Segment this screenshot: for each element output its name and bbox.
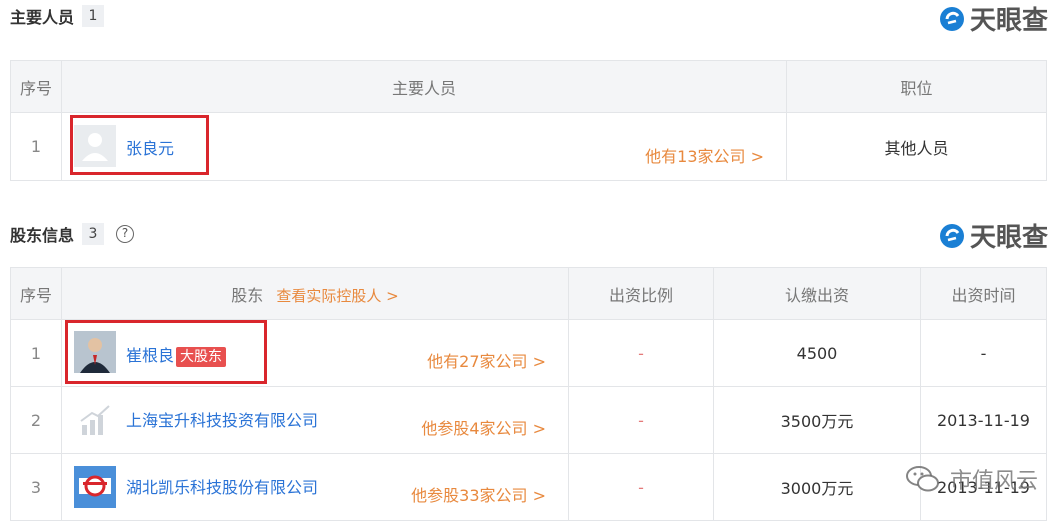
holder-companies-link[interactable]: 他有27家公司 > xyxy=(427,348,546,372)
row-index: 1 xyxy=(10,319,62,387)
holder-name-link[interactable]: 湖北凯乐科技股份有限公司 xyxy=(126,474,318,498)
subscribed-cell: 3500万元 xyxy=(713,386,921,454)
personnel-section-title: 主要人员 1 xyxy=(10,4,105,28)
holder-cell: 崔根良 大股东 他有27家公司 > xyxy=(61,319,569,387)
col-time: 出资时间 xyxy=(920,267,1047,320)
personnel-table: 序号 主要人员 职位 1 张良元 他有13家公司 > 其他人员 xyxy=(10,60,1047,181)
table-row: 1 崔根良 大股东 他有27家公司 > - 4500 - xyxy=(10,319,1047,387)
time-cell: - xyxy=(920,319,1047,387)
table-header-row: 序号 股东 查看实际控股人 > 出资比例 认缴出资 出资时间 xyxy=(10,267,1047,320)
wechat-icon xyxy=(905,466,939,492)
col-index: 序号 xyxy=(10,267,62,320)
table-row: 3 湖北凯乐科技股份有限公司 他参股33家公司 > - 3000万元 2013-… xyxy=(10,453,1047,521)
view-controller-link[interactable]: 查看实际控股人 > xyxy=(276,287,398,305)
brand-logo: 天眼查 xyxy=(938,0,1048,37)
watermark: 市值风云 xyxy=(905,463,1038,495)
person-companies-link[interactable]: 他有13家公司 > xyxy=(645,143,764,167)
row-index: 1 xyxy=(10,112,62,181)
subscribed-cell: 4500 xyxy=(713,319,921,387)
help-icon[interactable]: ? xyxy=(116,225,135,243)
subscribed-cell: 3000万元 xyxy=(713,453,921,521)
brand-text: 天眼查 xyxy=(969,6,1048,36)
tianyancha-logo-icon xyxy=(939,223,964,248)
shareholders-title: 股东信息 xyxy=(10,226,75,245)
col-ratio: 出资比例 xyxy=(568,267,714,320)
company-logo[interactable] xyxy=(74,399,116,441)
shareholders-section-title: 股东信息 3 ? xyxy=(10,222,135,246)
position-cell: 其他人员 xyxy=(786,112,1047,181)
ratio-cell: - xyxy=(568,453,714,521)
ratio-cell: - xyxy=(568,386,714,454)
shareholders-count-badge: 3 xyxy=(82,223,105,245)
bar-chart-logo-icon xyxy=(80,405,110,435)
col-person: 主要人员 xyxy=(61,60,787,113)
col-subscribed: 认缴出资 xyxy=(713,267,921,320)
col-position: 职位 xyxy=(786,60,1047,113)
personnel-title: 主要人员 xyxy=(10,8,75,27)
personnel-count-badge: 1 xyxy=(82,5,105,27)
holder-cell: 上海宝升科技投资有限公司 他参股4家公司 > xyxy=(61,386,569,454)
watermark-text: 市值风云 xyxy=(949,469,1038,494)
brand-text: 天眼查 xyxy=(969,223,1048,253)
company-logo[interactable] xyxy=(74,466,116,508)
shareholders-table: 序号 股东 查看实际控股人 > 出资比例 认缴出资 出资时间 1 崔根良 大股东… xyxy=(10,267,1047,521)
kaile-logo-icon xyxy=(74,466,116,508)
row-index: 2 xyxy=(10,386,62,454)
holder-name-link[interactable]: 上海宝升科技投资有限公司 xyxy=(126,407,318,431)
col-index: 序号 xyxy=(10,60,62,113)
ratio-cell: - xyxy=(568,319,714,387)
highlight-box xyxy=(70,115,209,175)
highlight-box xyxy=(65,320,267,384)
col-holder: 股东 查看实际控股人 > xyxy=(61,267,569,320)
time-cell: 2013-11-19 xyxy=(920,386,1047,454)
holder-companies-link[interactable]: 他参股33家公司 > xyxy=(411,482,546,506)
table-header-row: 序号 主要人员 职位 xyxy=(10,60,1047,113)
table-row: 1 张良元 他有13家公司 > 其他人员 xyxy=(10,112,1047,181)
tianyancha-logo-icon xyxy=(939,6,964,31)
col-holder-label: 股东 xyxy=(231,285,264,305)
brand-logo-2: 天眼查 xyxy=(938,217,1048,254)
person-cell: 张良元 他有13家公司 > xyxy=(61,112,787,181)
holder-companies-link[interactable]: 他参股4家公司 > xyxy=(421,415,546,439)
table-row: 2 上海宝升科技投资有限公司 他参股4家公司 > - 3500万元 2013-1… xyxy=(10,386,1047,454)
holder-cell: 湖北凯乐科技股份有限公司 他参股33家公司 > xyxy=(61,453,569,521)
row-index: 3 xyxy=(10,453,62,521)
